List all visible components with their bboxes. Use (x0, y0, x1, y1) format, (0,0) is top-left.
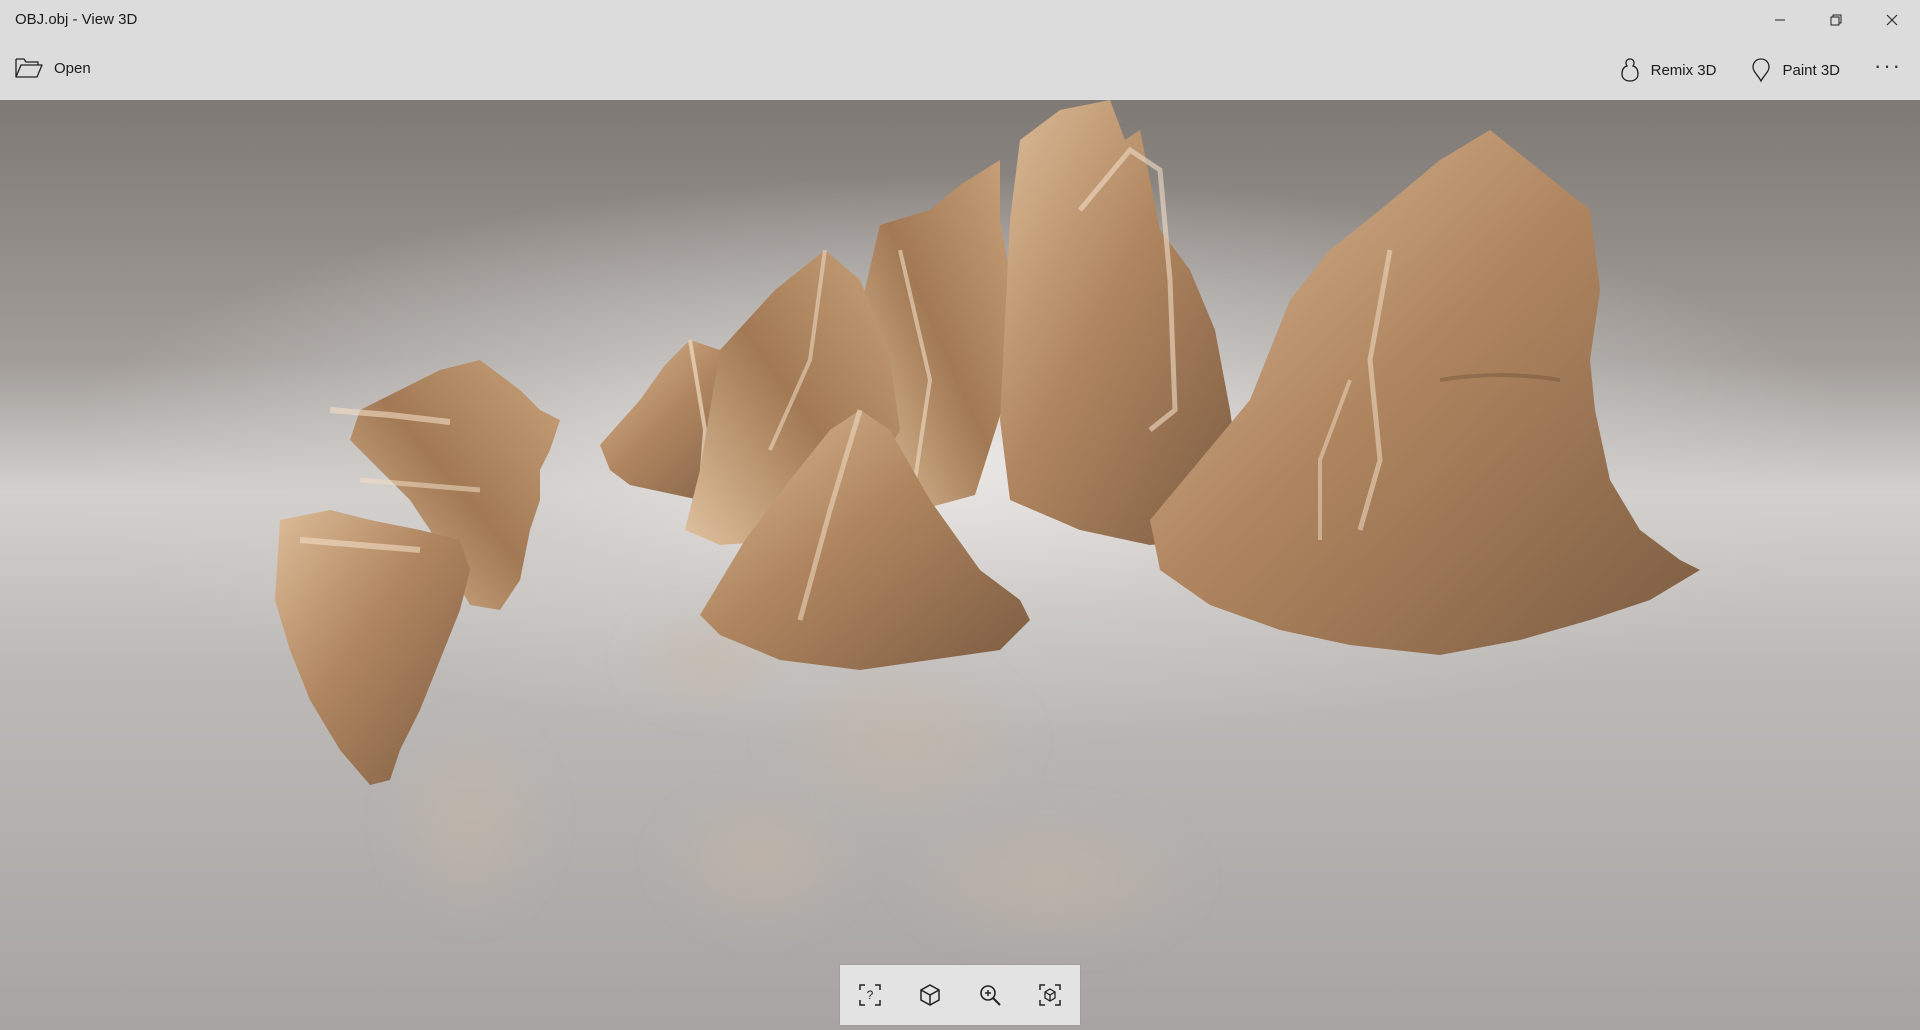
reset-view-button[interactable] (1028, 973, 1072, 1017)
window-title: OBJ.obj - View 3D (15, 11, 138, 28)
svg-text:?: ? (867, 988, 874, 1002)
more-options-button[interactable]: ··· (1874, 53, 1902, 84)
reset-view-icon (1039, 984, 1061, 1006)
window-controls (1752, 0, 1920, 40)
close-button[interactable] (1864, 0, 1920, 40)
folder-open-icon (15, 58, 43, 78)
close-icon (1886, 14, 1898, 26)
help-icon: ? (859, 984, 881, 1006)
restore-button[interactable] (1808, 0, 1864, 40)
rock-large-right (1150, 130, 1700, 655)
cube-view-icon (920, 984, 940, 1006)
view3d-window: OBJ.obj - View 3D Open Remix 3D Paint 3D… (0, 0, 1920, 1030)
paint3d-label: Paint 3D (1782, 61, 1841, 79)
more-icon: ··· (1874, 53, 1902, 78)
command-bar: Open Remix 3D Paint 3D ··· (0, 40, 1920, 100)
view-mode-button[interactable] (908, 973, 952, 1017)
3d-scene (275, 100, 1700, 960)
open-label: Open (54, 59, 91, 77)
3d-viewport[interactable] (0, 100, 1920, 1030)
paint3d-button[interactable]: Paint 3D (1750, 57, 1840, 83)
zoom-in-icon (980, 985, 1001, 1006)
minimize-icon (1775, 19, 1785, 21)
open-button[interactable]: Open (14, 56, 91, 80)
rock-floating-left (275, 360, 560, 785)
zoom-button[interactable] (968, 973, 1012, 1017)
paint3d-icon (1752, 58, 1771, 83)
minimize-button[interactable] (1752, 0, 1808, 40)
title-bar: OBJ.obj - View 3D (0, 0, 1920, 40)
bottom-toolbar: ? (840, 965, 1080, 1025)
remix3d-button[interactable]: Remix 3D (1619, 57, 1717, 83)
remix3d-label: Remix 3D (1650, 61, 1717, 79)
restore-icon (1830, 14, 1842, 26)
help-button[interactable]: ? (848, 973, 892, 1017)
remix3d-icon (1620, 58, 1639, 82)
